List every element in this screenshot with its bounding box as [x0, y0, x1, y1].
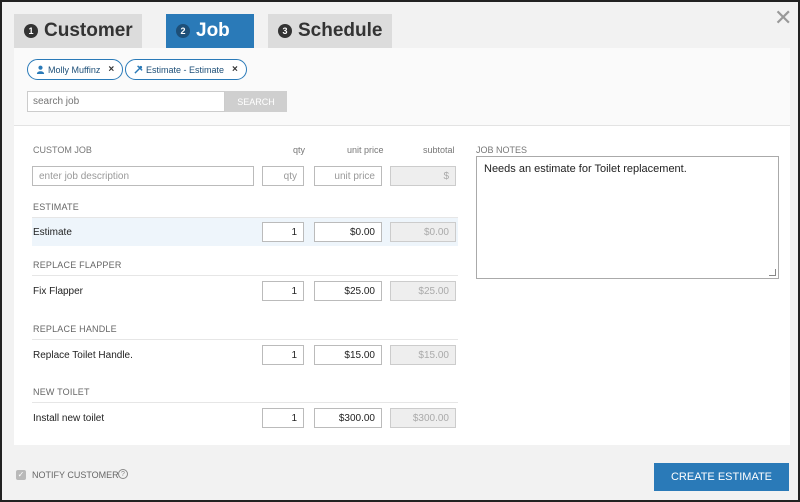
- tab-job[interactable]: 2 Job: [166, 14, 254, 48]
- subtotal-field: $0.00: [390, 222, 456, 242]
- subtotal-field: $25.00: [390, 281, 456, 301]
- line-item-name: Fix Flapper: [33, 286, 84, 297]
- subtotal-field: $15.00: [390, 345, 456, 365]
- tab-label: Schedule: [298, 20, 383, 41]
- section-title: REPLACE HANDLE: [33, 324, 117, 334]
- user-icon: [36, 65, 45, 74]
- section-title: REPLACE FLAPPER: [33, 260, 122, 270]
- section-title: ESTIMATE: [33, 202, 79, 212]
- step-number-icon: 2: [176, 24, 190, 38]
- job-type-chip[interactable]: Estimate - Estimate ×: [125, 59, 247, 80]
- job-form: CUSTOM JOB qty unit price subtotal JOB N…: [14, 126, 790, 445]
- qty-input[interactable]: 1: [262, 281, 304, 301]
- chip-label: Estimate - Estimate: [146, 64, 225, 75]
- custom-job-header: CUSTOM JOB: [33, 145, 92, 155]
- tab-customer[interactable]: 1 Customer: [14, 14, 142, 48]
- qty-input[interactable]: 1: [262, 408, 304, 428]
- job-notes-header: JOB NOTES: [476, 145, 528, 155]
- notify-customer-checkbox[interactable]: ✓: [16, 470, 26, 480]
- tab-label: Customer: [44, 20, 133, 41]
- resize-handle-icon[interactable]: [769, 269, 776, 276]
- customer-chip[interactable]: Molly Muffinz ×: [27, 59, 124, 80]
- unit-price-input[interactable]: unit price: [314, 166, 382, 186]
- job-dialog: 1 Customer 2 Job 3 Schedule ✕ Molly Muff…: [0, 0, 800, 502]
- divider: [32, 339, 458, 340]
- line-item-name: Replace Toilet Handle.: [33, 350, 133, 361]
- unit-price-input[interactable]: $25.00: [314, 281, 382, 301]
- filter-bar: Molly Muffinz × Estimate - Estimate × SE…: [14, 48, 790, 126]
- help-icon[interactable]: ?: [118, 469, 128, 479]
- section-title: NEW TOILET: [33, 387, 90, 397]
- notify-customer-label: NOTIFY CUSTOMER: [32, 470, 119, 480]
- subtotal-field: $300.00: [390, 408, 456, 428]
- remove-chip-icon[interactable]: ×: [108, 64, 114, 75]
- line-item-name: Install new toilet: [33, 413, 105, 424]
- qty-input[interactable]: 1: [262, 345, 304, 365]
- search-button[interactable]: SEARCH: [225, 91, 287, 112]
- divider: [32, 275, 458, 276]
- create-estimate-button[interactable]: CREATE ESTIMATE: [654, 463, 789, 491]
- dialog-footer: ✓ NOTIFY CUSTOMER ? CREATE ESTIMATE: [2, 445, 798, 500]
- unit-price-header: unit price: [347, 145, 384, 155]
- job-notes-text: Needs an estimate for Toilet replacement…: [484, 163, 687, 175]
- tab-schedule[interactable]: 3 Schedule: [268, 14, 392, 48]
- line-item-name: Estimate: [33, 227, 72, 238]
- step-number-icon: 1: [24, 24, 38, 38]
- tools-icon: [134, 65, 143, 74]
- remove-chip-icon[interactable]: ×: [232, 64, 238, 75]
- close-icon[interactable]: ✕: [774, 7, 792, 29]
- subtotal-header: subtotal: [423, 145, 455, 155]
- job-description-input[interactable]: enter job description: [32, 166, 254, 186]
- unit-price-input[interactable]: $0.00: [314, 222, 382, 242]
- tab-label: Job: [196, 20, 230, 41]
- qty-input[interactable]: qty: [262, 166, 304, 186]
- qty-header: qty: [293, 145, 306, 155]
- job-notes-textarea[interactable]: Needs an estimate for Toilet replacement…: [476, 156, 779, 279]
- step-number-icon: 3: [278, 24, 292, 38]
- subtotal-field: $: [390, 166, 456, 186]
- qty-input[interactable]: 1: [262, 222, 304, 242]
- unit-price-input[interactable]: $15.00: [314, 345, 382, 365]
- divider: [32, 402, 458, 403]
- search-job-input[interactable]: [27, 91, 225, 112]
- unit-price-input[interactable]: $300.00: [314, 408, 382, 428]
- chip-label: Molly Muffinz: [48, 64, 101, 75]
